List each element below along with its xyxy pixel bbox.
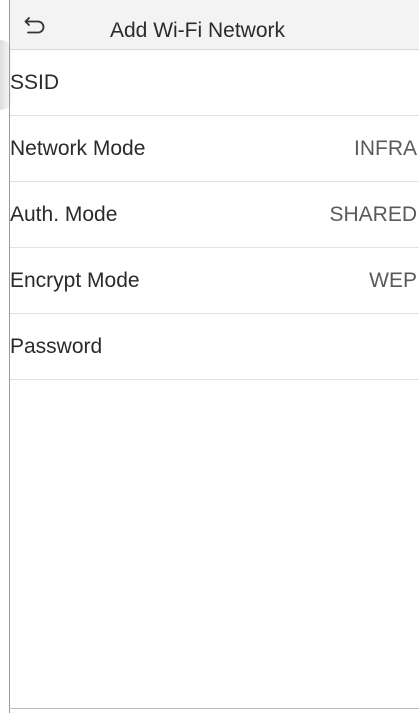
screen-bottom-border [9,708,419,709]
top-bar: Add Wi-Fi Network [10,0,419,50]
row-label-password: Password [10,335,103,358]
row-label-auth-mode: Auth. Mode [10,203,118,226]
back-arrow-icon [24,16,46,34]
settings-list: SSID Network Mode INFRA Auth. Mode SHARE… [10,50,419,380]
row-value-encrypt-mode: WEP [369,269,417,292]
row-auth-mode[interactable]: Auth. Mode SHARED [10,182,419,248]
back-button[interactable] [10,0,60,50]
row-value-auth-mode: SHARED [329,203,417,226]
row-label-network-mode: Network Mode [10,137,146,160]
wifi-add-screen: Add Wi-Fi Network SSID Network Mode INFR… [0,0,419,713]
row-encrypt-mode[interactable]: Encrypt Mode WEP [10,248,419,314]
row-label-ssid: SSID [10,71,60,94]
row-label-encrypt-mode: Encrypt Mode [10,269,140,292]
row-ssid[interactable]: SSID [10,50,419,116]
row-value-network-mode: INFRA [354,137,417,160]
page-title: Add Wi-Fi Network [110,19,286,42]
row-password[interactable]: Password [10,314,419,380]
row-network-mode[interactable]: Network Mode INFRA [10,116,419,182]
